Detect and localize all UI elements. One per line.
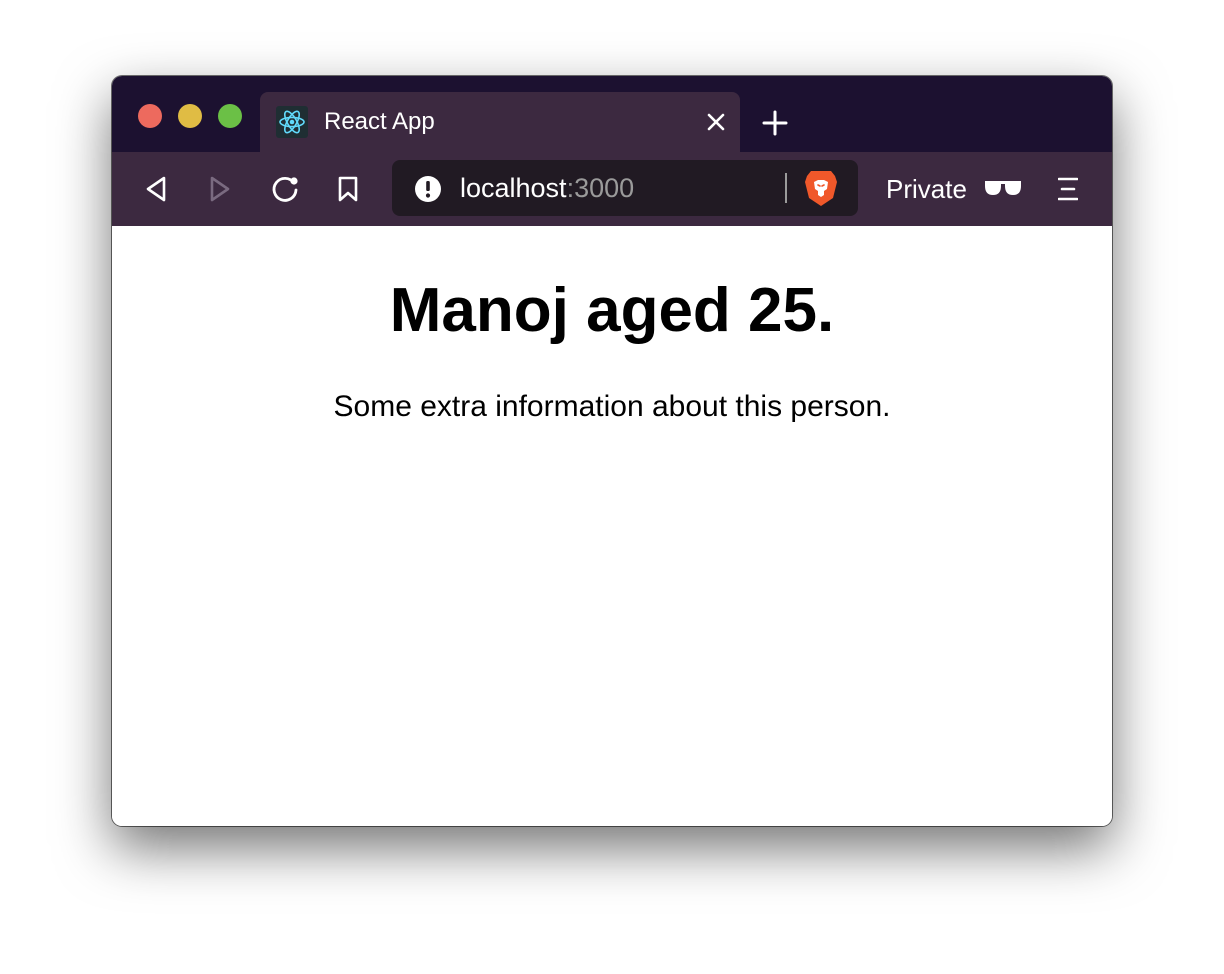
tab-title: React App [324,108,435,135]
forward-icon[interactable] [208,175,232,203]
back-icon[interactable] [144,175,168,203]
private-glasses-icon [984,178,1022,200]
bookmark-icon[interactable] [337,175,359,203]
close-tab-icon[interactable] [706,112,726,132]
browser-window: React App localhost:3000 Private Manoj a… [112,76,1112,826]
minimize-window-button[interactable] [178,104,202,128]
brave-shields-icon[interactable] [804,169,838,207]
url-host: localhost [460,173,567,203]
menu-icon[interactable] [1057,176,1079,202]
page-content: Manoj aged 25. Some extra information ab… [112,226,1112,826]
person-description: Some extra information about this person… [333,390,891,423]
navigation-toolbar: localhost:3000 Private [112,152,1112,226]
address-bar[interactable]: localhost:3000 [392,160,858,216]
reload-icon[interactable] [270,174,300,204]
maximize-window-button[interactable] [218,104,242,128]
close-window-button[interactable] [138,104,162,128]
tab-strip: React App [112,76,1112,154]
url-port: :3000 [566,173,635,203]
page-title: Manoj aged 25. [389,276,835,345]
site-info-icon[interactable] [414,175,442,203]
new-tab-icon[interactable] [762,110,788,136]
private-window-label: Private [886,174,967,204]
tab-react-app[interactable]: React App [260,92,740,154]
url-text[interactable]: localhost:3000 [460,173,634,203]
address-bar-divider [785,173,787,203]
react-atom-icon [276,106,308,138]
